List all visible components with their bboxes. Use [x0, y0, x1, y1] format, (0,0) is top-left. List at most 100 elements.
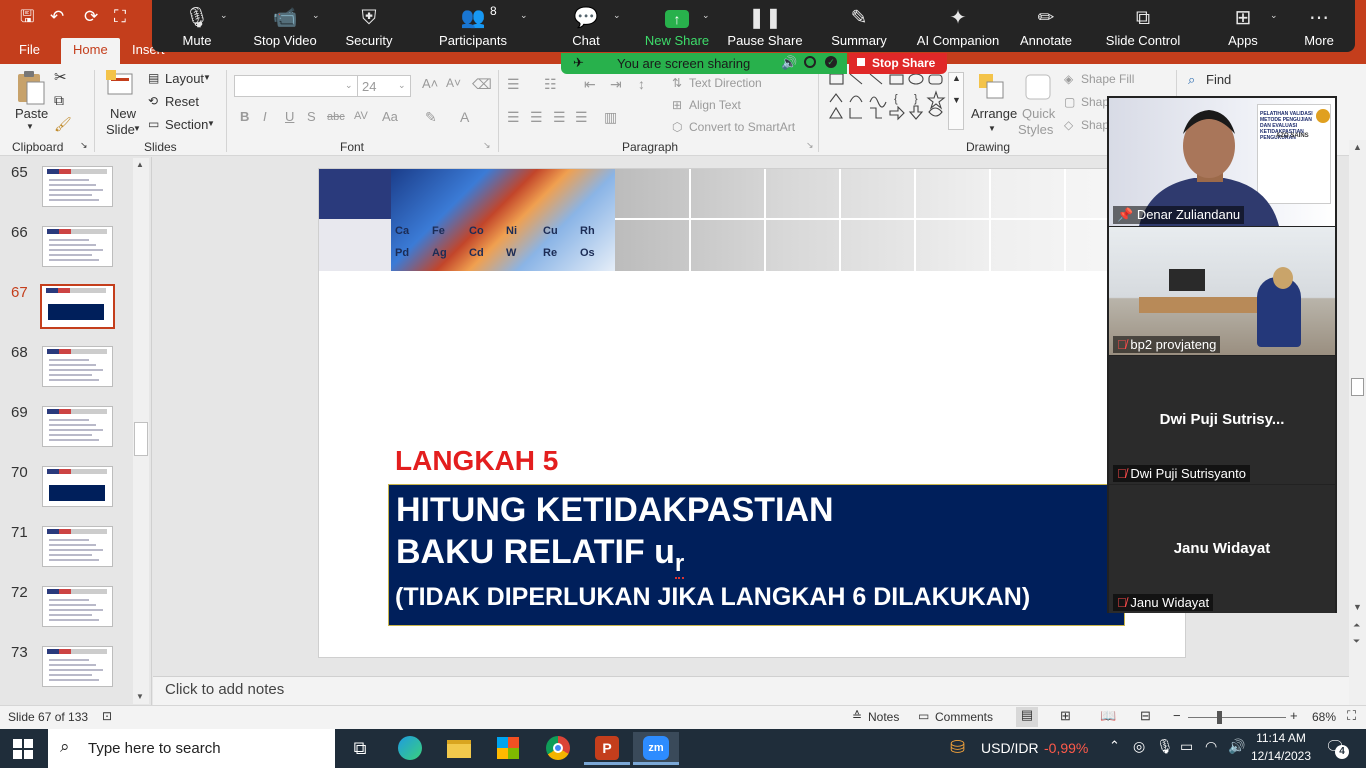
ai-companion-button[interactable]: ✦ AI Companion: [913, 0, 1003, 52]
chevron-up-icon[interactable]: ⌄: [702, 10, 710, 21]
char-spacing-icon[interactable]: AV: [354, 110, 368, 122]
chevron-down-icon[interactable]: ▼: [207, 119, 215, 128]
screen-sharing-banner[interactable]: ✈ You are screen sharing 🔊 ✓: [561, 53, 847, 74]
shadow-icon[interactable]: S: [307, 109, 316, 124]
more-button[interactable]: ⋯ More: [1274, 0, 1364, 52]
battery-icon[interactable]: ▭: [1180, 738, 1193, 755]
underline-icon[interactable]: U: [285, 109, 294, 124]
columns-icon[interactable]: ▥: [604, 109, 617, 126]
slideshow-icon[interactable]: ⊟: [1140, 708, 1151, 724]
volume-icon[interactable]: 🔊: [1228, 738, 1245, 755]
decrease-indent-icon[interactable]: ⇤: [584, 76, 596, 93]
text-direction-button[interactable]: Text Direction: [689, 76, 762, 90]
slide-thumbnail[interactable]: [42, 406, 113, 447]
reset-button[interactable]: Reset: [165, 94, 199, 109]
wifi-icon[interactable]: ◠: [1205, 738, 1217, 755]
highlight-icon[interactable]: ✎: [425, 109, 437, 126]
edge-icon[interactable]: [387, 732, 433, 765]
cut-icon[interactable]: ✂: [54, 68, 67, 86]
notes-placeholder[interactable]: Click to add notes: [165, 681, 284, 698]
grow-font-icon[interactable]: A˄: [422, 76, 438, 91]
mute-button[interactable]: 🎙 ⌄ Mute: [152, 0, 242, 52]
chevron-up-icon[interactable]: ⌄: [312, 10, 320, 21]
notes-button[interactable]: Notes: [868, 710, 899, 724]
font-name-select[interactable]: ⌄: [234, 75, 358, 97]
video-tile-bp2[interactable]: 🎙̸ bp2 provjateng: [1109, 227, 1335, 355]
zoom-slider[interactable]: [1188, 717, 1286, 718]
scrollbar-thumb[interactable]: [1351, 378, 1364, 396]
line-spacing-icon[interactable]: ↕: [638, 76, 645, 92]
tab-file[interactable]: File: [19, 42, 40, 57]
zoom-slider-thumb[interactable]: [1217, 711, 1222, 724]
file-explorer-icon[interactable]: [436, 732, 482, 765]
zoom-in-icon[interactable]: +: [1290, 708, 1298, 723]
chat-button[interactable]: 💬 ⌄ Chat: [541, 0, 631, 52]
quick-styles-button[interactable]: Quick: [1022, 106, 1055, 121]
chevron-down-icon[interactable]: ▼: [1353, 602, 1362, 612]
pause-share-button[interactable]: ❚❚ Pause Share: [720, 0, 810, 52]
clock-time[interactable]: 11:14 AM: [1250, 731, 1312, 745]
shape-fill-button[interactable]: Shape Fill: [1081, 72, 1134, 86]
font-color-icon[interactable]: A: [460, 109, 469, 125]
annotate-button[interactable]: ✏ Annotate: [1001, 0, 1091, 52]
shapes-gallery[interactable]: {}: [828, 72, 968, 130]
normal-view-icon[interactable]: ▤: [1016, 707, 1038, 727]
security-button[interactable]: ⛨ Security: [324, 0, 414, 52]
undo-icon[interactable]: ↶: [50, 8, 64, 26]
quick-styles-icon[interactable]: [1023, 72, 1053, 102]
video-tile-denar[interactable]: PELATIHAN VALIDASI METODE PENGUJIAN DAN …: [1109, 98, 1335, 226]
slide-scrollbar[interactable]: ▲ ▼ ⏶ ⏷: [1349, 140, 1366, 705]
chevron-up-icon[interactable]: ⌄: [613, 10, 621, 21]
title-box[interactable]: HITUNG KETIDAKPASTIAN BAKU RELATIF ur (T…: [388, 484, 1125, 626]
slide-thumbnail[interactable]: [42, 586, 113, 627]
strikethrough-icon[interactable]: abc: [327, 111, 345, 123]
chevron-up-icon[interactable]: ▲: [952, 73, 961, 83]
clock-date[interactable]: 12/14/2023: [1250, 749, 1312, 763]
change-case-icon[interactable]: Aa: [382, 109, 398, 124]
comments-button[interactable]: Comments: [935, 710, 993, 724]
format-painter-icon[interactable]: 🖌: [54, 116, 72, 133]
start-button[interactable]: [0, 732, 46, 765]
dialog-launcher-icon[interactable]: ↘: [483, 140, 491, 151]
accessibility-icon[interactable]: ⊡: [102, 709, 112, 723]
chevron-up-icon[interactable]: ▲: [136, 160, 144, 169]
justify-icon[interactable]: ☰: [575, 109, 588, 126]
shapes-gallery-scroll[interactable]: ▲ ▼: [948, 72, 964, 130]
zoom-out-icon[interactable]: −: [1173, 708, 1181, 723]
find-button[interactable]: Find: [1206, 72, 1231, 87]
taskbar-search-box[interactable]: ⌕ Type here to search: [48, 729, 335, 768]
currency-pair[interactable]: USD/IDR: [981, 740, 1039, 756]
align-text-button[interactable]: Align Text: [689, 98, 741, 112]
reading-view-icon[interactable]: 📖: [1100, 708, 1116, 724]
shape-effects-button[interactable]: Shap: [1081, 118, 1109, 132]
new-slide-icon[interactable]: [106, 70, 136, 98]
chevron-up-icon[interactable]: ▲: [1353, 142, 1362, 152]
summary-button[interactable]: ✎ Summary: [814, 0, 904, 52]
section-button[interactable]: Section: [165, 117, 208, 132]
current-slide[interactable]: Ca Fe Co Ni Cu Rh Pd Ag Cd W Re Os LANGKAH 5 HITUNG…: [318, 168, 1186, 658]
align-center-icon[interactable]: ☰: [530, 109, 543, 126]
thumbnail-scrollbar[interactable]: ▲ ▼: [133, 158, 149, 704]
chevron-down-icon[interactable]: ▼: [988, 124, 996, 133]
arrange-icon[interactable]: [977, 72, 1007, 102]
font-size-select[interactable]: 24 ⌄: [357, 75, 411, 97]
microphone-icon[interactable]: 🎙: [1156, 738, 1174, 755]
chevron-down-icon[interactable]: ▼: [203, 73, 211, 82]
tab-home[interactable]: Home: [61, 38, 120, 64]
dialog-launcher-icon[interactable]: ↘: [80, 140, 88, 151]
video-tile-janu[interactable]: Janu Widayat 🎙̸ Janu Widayat: [1109, 485, 1335, 613]
numbering-icon[interactable]: ☷: [544, 76, 557, 93]
slide-thumbnail[interactable]: [42, 166, 113, 207]
italic-icon[interactable]: I: [263, 109, 267, 124]
slide-thumbnail[interactable]: [42, 466, 113, 507]
bullets-icon[interactable]: ☰: [507, 76, 520, 93]
shield-check-icon[interactable]: ✓: [825, 56, 837, 68]
paste-button[interactable]: Paste: [15, 106, 48, 121]
present-icon[interactable]: ⛶: [114, 8, 126, 26]
slide-sorter-icon[interactable]: ⊞: [1060, 708, 1071, 724]
record-icon[interactable]: [804, 56, 816, 68]
quick-styles-label[interactable]: Styles: [1018, 122, 1053, 137]
dialog-launcher-icon[interactable]: ↘: [806, 140, 814, 151]
new-slide-label[interactable]: Slide: [106, 122, 135, 137]
chevron-up-icon[interactable]: ⌄: [520, 10, 528, 21]
